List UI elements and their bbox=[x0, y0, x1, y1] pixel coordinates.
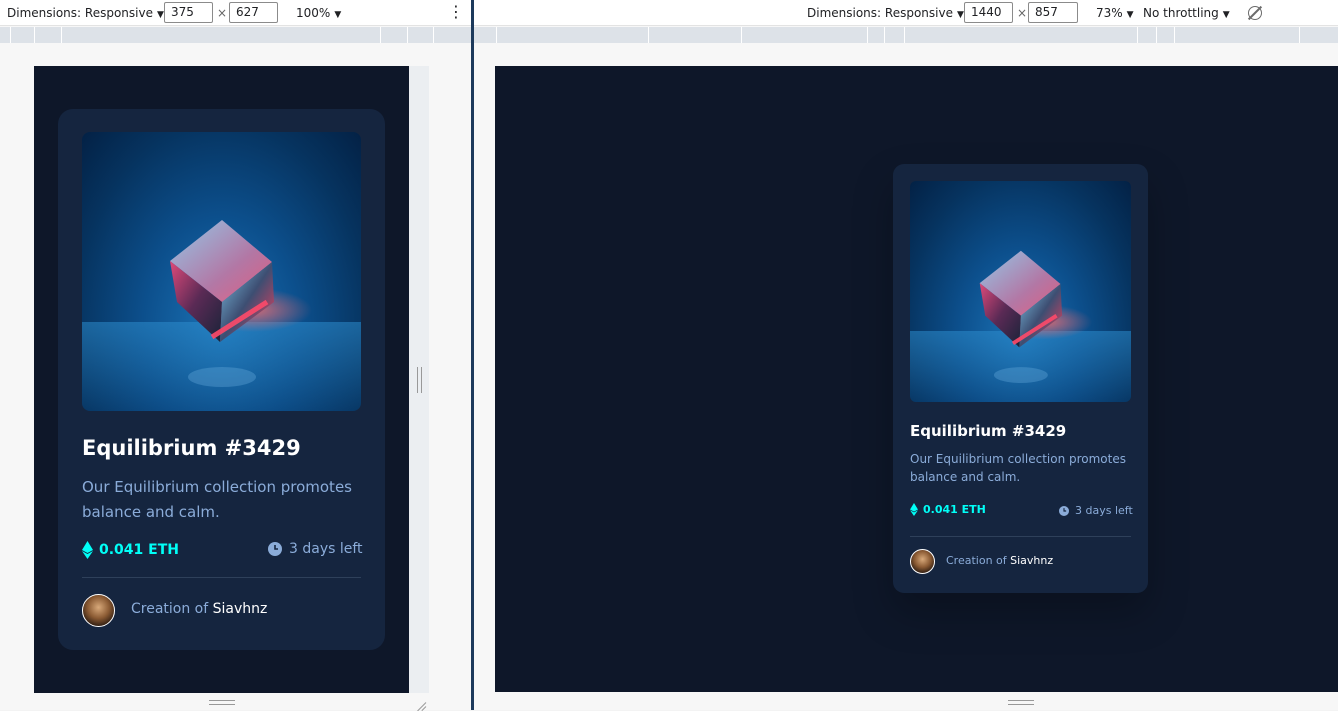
device-toolbar: Dimensions: Responsive ▼ 1440 × 857 73% ▼ … bbox=[474, 0, 1338, 26]
avatar bbox=[910, 549, 935, 574]
chevron-down-icon: ▼ bbox=[1126, 10, 1134, 20]
zoom-label: 100% bbox=[296, 6, 331, 20]
price-value: 0.041 ETH bbox=[923, 503, 986, 516]
crystal-cube-icon bbox=[979, 250, 1093, 383]
dimensions-dropdown[interactable]: Dimensions: Responsive ▼ bbox=[807, 0, 964, 26]
width-input[interactable]: 1440 bbox=[964, 2, 1013, 23]
media-query-ruler[interactable] bbox=[474, 27, 1338, 43]
dimensions-dropdown[interactable]: Dimensions: Responsive ▼ bbox=[7, 0, 164, 26]
zoom-label: 73% bbox=[1096, 6, 1123, 20]
creator-line: Creation of Siavhnz bbox=[131, 601, 267, 617]
mobile-viewport: Equilibrium #3429 Our Equilibrium collec… bbox=[34, 66, 409, 693]
devtools-pane-desktop: Dimensions: Responsive ▼ 1440 × 857 73% ▼ … bbox=[474, 0, 1338, 710]
clock-icon bbox=[1059, 505, 1069, 516]
avatar bbox=[82, 594, 115, 627]
price-value: 0.041 ETH bbox=[99, 542, 179, 558]
creation-of-label: Creation of bbox=[946, 554, 1007, 567]
more-options-icon[interactable]: ⋮ bbox=[448, 0, 464, 26]
width-input[interactable]: 375 bbox=[164, 2, 213, 23]
chevron-down-icon: ▼ bbox=[334, 10, 342, 20]
devtools-pane-mobile: Dimensions: Responsive ▼ 375 × 627 100% ▼ … bbox=[0, 0, 471, 711]
time-left: 3 days left bbox=[268, 541, 363, 557]
ethereum-icon bbox=[82, 541, 93, 559]
card-description: Our Equilibrium collection promotes bala… bbox=[82, 478, 352, 521]
times-label: × bbox=[1017, 6, 1028, 20]
chevron-down-icon: ▼ bbox=[1222, 10, 1230, 20]
creator-name[interactable]: Siavhnz bbox=[213, 601, 268, 617]
chevron-down-icon: ▼ bbox=[956, 10, 964, 20]
creation-of-label: Creation of bbox=[131, 601, 209, 617]
dimensions-label: Dimensions: Responsive bbox=[807, 6, 953, 20]
media-query-ruler[interactable] bbox=[0, 27, 471, 43]
desktop-viewport: Equilibrium #3429 Our Equilibrium collec… bbox=[495, 66, 1338, 692]
creator-line: Creation of Siavhnz bbox=[946, 554, 1053, 567]
dimensions-label: Dimensions: Responsive bbox=[7, 6, 153, 20]
price: 0.041 ETH bbox=[82, 541, 179, 559]
nft-card: Equilibrium #3429 Our Equilibrium collec… bbox=[893, 164, 1148, 593]
resize-handle-horizontal[interactable] bbox=[1008, 700, 1034, 705]
price: 0.041 ETH bbox=[910, 503, 986, 516]
height-input[interactable]: 857 bbox=[1028, 2, 1078, 23]
time-left-value: 3 days left bbox=[1075, 504, 1133, 517]
crystal-cube-icon bbox=[170, 220, 312, 387]
zoom-dropdown[interactable]: 73% ▼ bbox=[1096, 0, 1134, 26]
card-description: Our Equilibrium collection promotes bala… bbox=[910, 452, 1126, 484]
card-title[interactable]: Equilibrium #3429 bbox=[910, 422, 1066, 440]
resize-corner-icon[interactable] bbox=[412, 698, 427, 711]
nft-image[interactable] bbox=[82, 132, 361, 411]
divider-line bbox=[82, 577, 361, 578]
creator-name[interactable]: Siavhnz bbox=[1010, 554, 1053, 567]
clock-icon bbox=[268, 542, 282, 556]
times-label: × bbox=[217, 6, 228, 20]
nft-card: Equilibrium #3429 Our Equilibrium collec… bbox=[58, 109, 385, 650]
resize-handle-horizontal[interactable] bbox=[209, 700, 235, 705]
ethereum-icon bbox=[910, 503, 918, 516]
divider-line bbox=[910, 536, 1131, 537]
nft-image[interactable] bbox=[910, 181, 1131, 402]
throttling-dropdown[interactable]: No throttling ▼ bbox=[1143, 0, 1230, 26]
time-left: 3 days left bbox=[1059, 504, 1133, 517]
throttling-label: No throttling bbox=[1143, 6, 1219, 20]
time-left-value: 3 days left bbox=[289, 541, 363, 557]
resize-handle-vertical[interactable] bbox=[417, 367, 422, 393]
rotate-icon[interactable] bbox=[1248, 6, 1262, 20]
card-title[interactable]: Equilibrium #3429 bbox=[82, 436, 301, 460]
height-input[interactable]: 627 bbox=[229, 2, 278, 23]
zoom-dropdown[interactable]: 100% ▼ bbox=[296, 0, 341, 26]
chevron-down-icon: ▼ bbox=[156, 10, 164, 20]
device-toolbar: Dimensions: Responsive ▼ 375 × 627 100% ▼ … bbox=[0, 0, 471, 26]
